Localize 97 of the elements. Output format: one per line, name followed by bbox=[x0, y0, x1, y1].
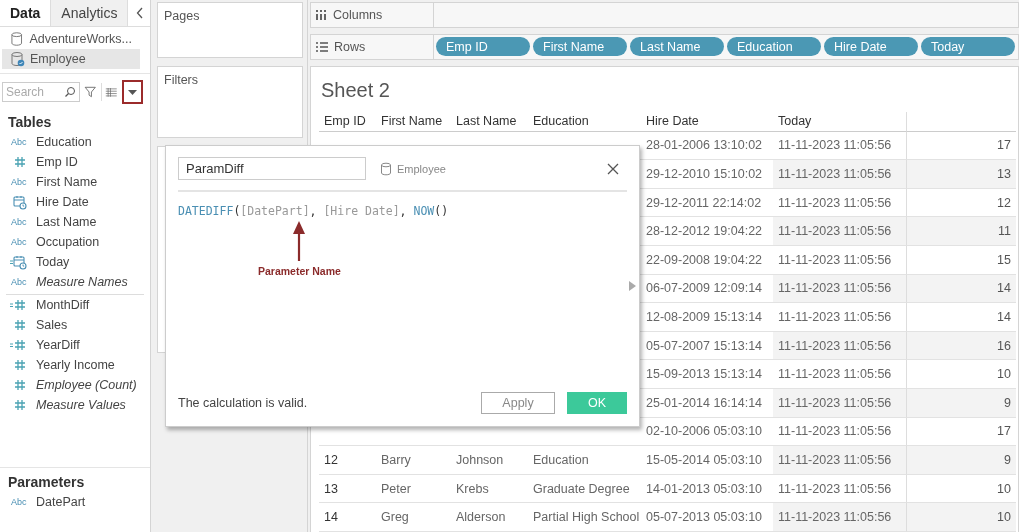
table-cell: 12-08-2009 15:13:14 bbox=[641, 303, 773, 332]
database-check-icon bbox=[10, 51, 25, 67]
table-cell: 22-09-2008 19:04:22 bbox=[641, 246, 773, 275]
formula-text[interactable]: DATEDIFF([DatePart], [Hire Date], NOW() bbox=[178, 204, 449, 218]
string-type-icon: Abc bbox=[11, 237, 27, 247]
field-item[interactable]: MonthDiff bbox=[0, 295, 150, 315]
table-cell: 13 bbox=[319, 474, 376, 504]
shelf-label: Columns bbox=[333, 7, 383, 22]
table-cell: 11-11-2023 11:05:56 bbox=[773, 331, 906, 361]
table-cell: 02-10-2006 05:03:10 bbox=[641, 417, 773, 447]
calculated-number-icon bbox=[9, 297, 27, 313]
table-cell: Alderson bbox=[451, 503, 528, 532]
string-type-icon: Abc bbox=[11, 177, 27, 187]
calculated-number-icon bbox=[9, 337, 27, 353]
string-type-icon: Abc bbox=[11, 137, 27, 147]
column-header: Last Name bbox=[451, 111, 528, 132]
table-cell: 28-01-2006 13:10:02 bbox=[641, 131, 773, 161]
database-icon bbox=[10, 31, 25, 47]
table-cell: 15-09-2013 15:13:14 bbox=[641, 360, 773, 390]
table-cell: 11-11-2023 11:05:56 bbox=[773, 446, 906, 475]
table-cell: Greg bbox=[376, 503, 451, 532]
shelf-label: Rows bbox=[334, 39, 366, 54]
table-cell: 15 bbox=[906, 246, 1016, 275]
table-cell: 10 bbox=[906, 503, 1016, 532]
table-cell: 11-11-2023 11:05:56 bbox=[773, 303, 906, 332]
field-item[interactable]: Abc DatePart bbox=[0, 492, 150, 512]
columns-icon bbox=[316, 9, 327, 20]
field-item[interactable]: Abc Measure Names bbox=[0, 272, 150, 292]
section-heading: Parameters bbox=[8, 474, 86, 490]
field-item[interactable]: Abc Last Name bbox=[0, 212, 150, 232]
sheet-title: Sheet 2 bbox=[321, 78, 391, 103]
field-item[interactable]: Abc Occupation bbox=[0, 232, 150, 252]
calculated-date-icon bbox=[9, 254, 27, 270]
annotation-arrow bbox=[292, 221, 307, 261]
data-source-item[interactable]: AdventureWorks... bbox=[2, 29, 140, 49]
search-icon bbox=[64, 86, 76, 98]
collapse-icon[interactable] bbox=[136, 7, 144, 19]
data-source-label: Employee bbox=[397, 162, 446, 175]
annotation-label: Parameter Name bbox=[258, 265, 341, 277]
table-cell: Partial High School bbox=[528, 503, 641, 532]
section-heading: Tables bbox=[8, 114, 53, 130]
table-cell: 14 bbox=[906, 303, 1016, 332]
rows-icon bbox=[316, 41, 328, 52]
column-header: Education bbox=[528, 111, 641, 132]
field-item[interactable]: Hire Date bbox=[0, 192, 150, 212]
table-cell: Peter bbox=[376, 474, 451, 504]
table-cell: 11-11-2023 11:05:56 bbox=[773, 389, 906, 418]
field-item[interactable]: Yearly Income bbox=[0, 355, 150, 375]
table-cell: 11-11-2023 11:05:56 bbox=[773, 160, 906, 189]
table-cell: 11-11-2023 11:05:56 bbox=[773, 274, 906, 304]
field-item[interactable]: Employee (Count) bbox=[0, 375, 150, 395]
string-type-icon: Abc bbox=[11, 217, 27, 227]
data-source-item[interactable]: Employee bbox=[2, 49, 140, 69]
filter-icon[interactable] bbox=[84, 84, 97, 100]
caret-icon bbox=[127, 89, 137, 95]
table-cell: 11-11-2023 11:05:56 bbox=[773, 246, 906, 275]
table-cell: 11-11-2023 11:05:56 bbox=[773, 217, 906, 247]
field-item[interactable]: Measure Values bbox=[0, 395, 150, 415]
table-cell: Graduate Degree bbox=[528, 474, 641, 504]
column-header: Emp ID bbox=[319, 111, 376, 132]
field-item[interactable]: Abc First Name bbox=[0, 172, 150, 192]
list-view-icon[interactable] bbox=[105, 86, 118, 98]
table-cell: 29-12-2011 22:14:02 bbox=[641, 188, 773, 218]
field-item[interactable]: YearDiff bbox=[0, 335, 150, 355]
table-cell: 14 bbox=[906, 274, 1016, 304]
column-header: First Name bbox=[376, 111, 451, 132]
apply-button[interactable]: Apply bbox=[481, 392, 555, 414]
column-header: Hire Date bbox=[641, 111, 773, 132]
table-cell: 11-11-2023 11:05:56 bbox=[773, 503, 906, 532]
dropdown-button[interactable] bbox=[121, 80, 143, 104]
string-type-icon: Abc bbox=[11, 497, 27, 507]
close-icon[interactable] bbox=[607, 162, 619, 175]
card-title: Pages bbox=[164, 9, 200, 23]
search-field[interactable]: Search bbox=[2, 82, 80, 102]
table-cell: 14-01-2013 05:03:10 bbox=[641, 474, 773, 504]
calculation-name-field[interactable]: ParamDiff bbox=[178, 157, 366, 180]
table-cell: 14 bbox=[319, 503, 376, 532]
status-message: The calculation is valid. bbox=[178, 396, 308, 410]
card-title: Filters bbox=[164, 73, 199, 87]
table-cell: Education bbox=[528, 446, 641, 475]
table-cell: 11 bbox=[906, 217, 1016, 247]
table-cell: 13 bbox=[906, 160, 1016, 189]
field-item[interactable]: Today bbox=[0, 252, 150, 272]
database-icon bbox=[380, 161, 392, 176]
table-cell: Krebs bbox=[451, 474, 528, 504]
field-item[interactable]: Abc Education bbox=[0, 132, 150, 152]
field-item[interactable]: Emp ID bbox=[0, 152, 150, 172]
field-item[interactable]: Sales bbox=[0, 315, 150, 335]
table-cell: 9 bbox=[906, 446, 1016, 475]
column-header: Today bbox=[773, 111, 906, 132]
table-cell: Barry bbox=[376, 446, 451, 475]
table-cell: 12 bbox=[319, 446, 376, 475]
string-type-icon: Abc bbox=[11, 277, 27, 287]
table-cell: Johnson bbox=[451, 446, 528, 475]
pane-tab[interactable]: Analytics bbox=[51, 0, 129, 26]
table-cell: 16 bbox=[906, 331, 1016, 361]
table-cell: 9 bbox=[906, 389, 1016, 418]
